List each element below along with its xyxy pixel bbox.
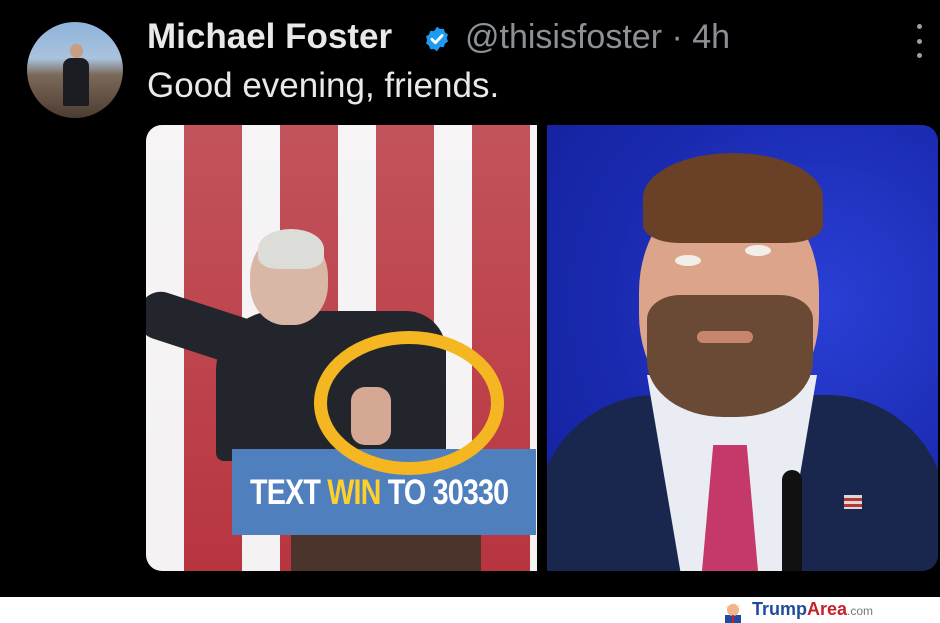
portrait-beard (647, 295, 813, 417)
microphone (782, 470, 802, 571)
image-figure-hair (258, 229, 324, 269)
flag-pin (844, 495, 862, 509)
portrait-eye-right (745, 245, 771, 256)
podium-text: TEXT WIN TO 30330 (250, 473, 509, 513)
portrait-mouth (697, 331, 753, 343)
tweet-text: Good evening, friends. (147, 66, 500, 105)
tweet-media[interactable]: TEXT WIN TO 30330 (146, 125, 938, 571)
watermark-text: TrumpArea.com (752, 599, 873, 620)
tweet-timestamp[interactable]: 4h (692, 18, 730, 56)
podium-text-tail: TO 30330 (380, 473, 509, 512)
watermark-part3: .com (847, 604, 874, 618)
more-dot (916, 38, 922, 44)
meta-separator: · (671, 18, 683, 56)
media-image-left[interactable]: TEXT WIN TO 30330 (146, 125, 537, 571)
highlight-circle (314, 331, 504, 475)
avatar-head (70, 44, 83, 58)
more-dot (916, 53, 922, 58)
watermark-part1: Trump (752, 599, 808, 619)
more-dot (916, 24, 922, 29)
podium-text-highlight: WIN (327, 473, 381, 512)
watermark-logo-icon (725, 603, 741, 623)
verified-badge-icon (426, 26, 448, 52)
avatar-body (63, 58, 89, 106)
portrait-hair (643, 153, 823, 243)
portrait-eye-left (675, 255, 701, 266)
tweet-meta: @thisisfoster · 4h (465, 18, 730, 57)
author-name[interactable]: Michael Foster (147, 17, 392, 57)
author-avatar[interactable] (27, 22, 123, 118)
media-image-right[interactable] (547, 125, 938, 571)
more-options-icon[interactable] (912, 24, 926, 58)
author-handle[interactable]: @thisisfoster (465, 18, 662, 56)
podium-base (291, 535, 481, 571)
watermark-part2: Area (807, 599, 848, 619)
podium-text-white: TEXT (250, 473, 328, 512)
